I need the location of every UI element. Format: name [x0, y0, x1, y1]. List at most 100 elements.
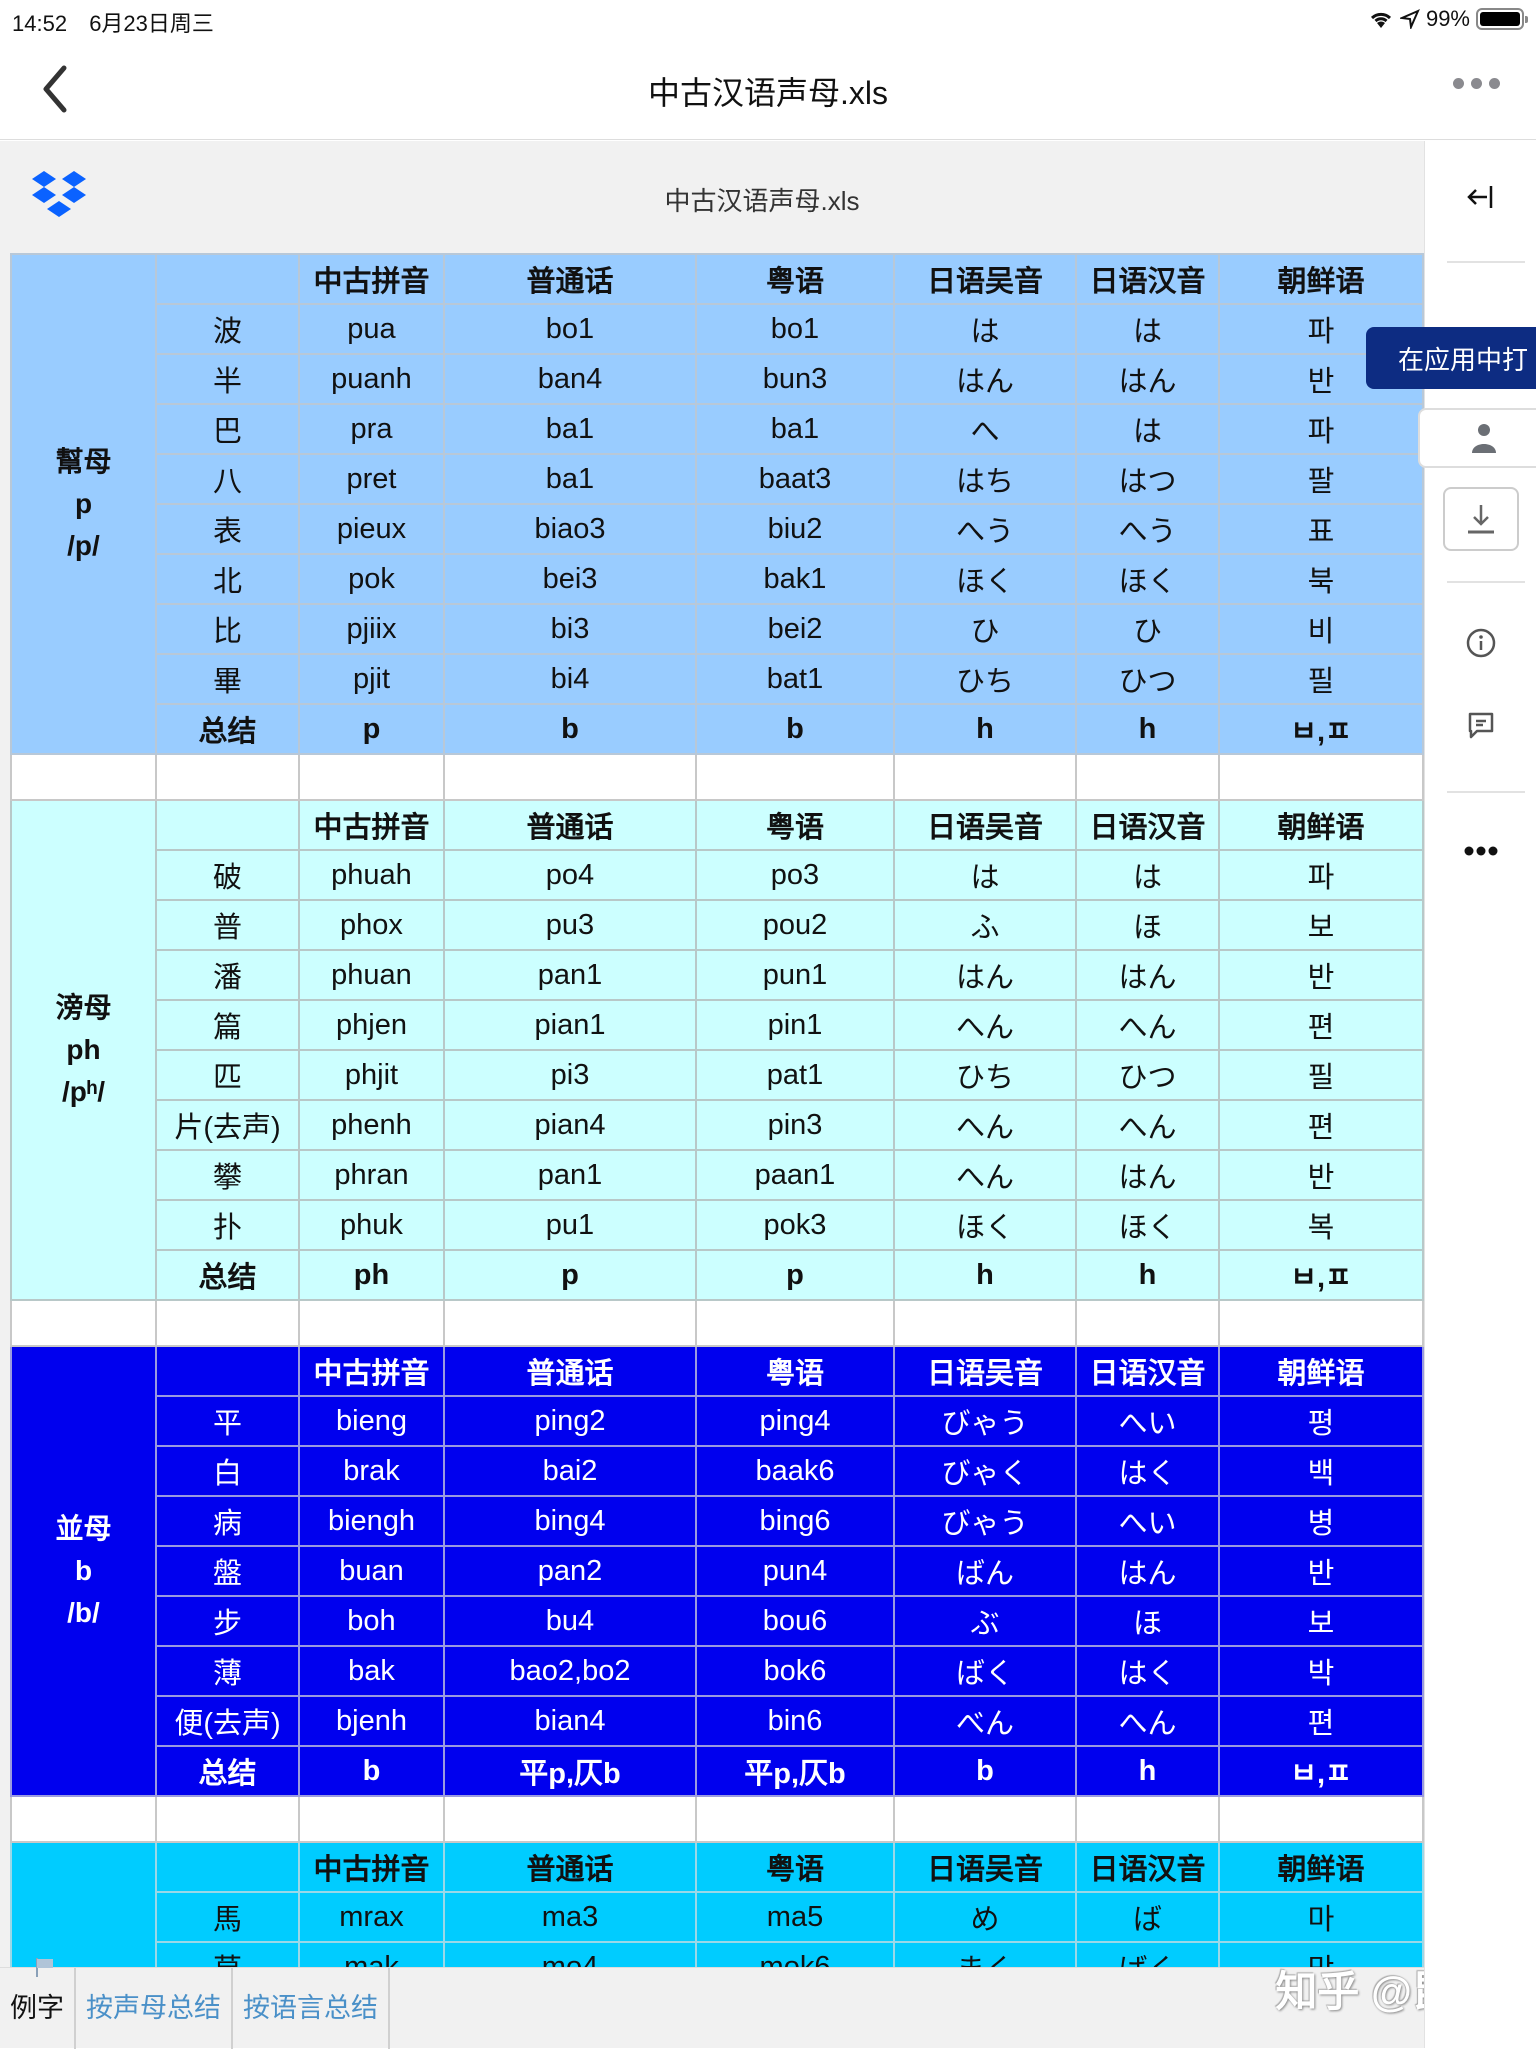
table-cell[interactable]: pu3 [443, 899, 697, 951]
table-cell[interactable]: 병 [1218, 1495, 1424, 1547]
empty-cell[interactable] [298, 1299, 445, 1347]
table-cell[interactable]: ba1 [695, 403, 895, 455]
table-cell[interactable]: pan1 [443, 949, 697, 1001]
table-cell[interactable]: はん [1075, 1545, 1220, 1597]
table-cell[interactable]: ひち [893, 1049, 1077, 1101]
column-header[interactable]: 朝鲜语 [1218, 799, 1424, 851]
table-cell[interactable]: ば [1075, 1891, 1220, 1943]
example-char-cell[interactable]: 波 [155, 303, 300, 355]
table-cell[interactable]: pok [298, 553, 445, 605]
table-cell[interactable]: ma3 [443, 1891, 697, 1943]
table-cell[interactable]: ほ [1075, 899, 1220, 951]
table-cell[interactable]: 편 [1218, 1099, 1424, 1151]
empty-cell[interactable] [155, 1795, 300, 1843]
table-cell[interactable]: へい [1075, 1395, 1220, 1447]
column-header[interactable]: 朝鲜语 [1218, 1841, 1424, 1893]
table-cell[interactable]: boh [298, 1595, 445, 1647]
table-cell[interactable]: ひ [893, 603, 1077, 655]
table-cell[interactable]: べん [893, 1695, 1077, 1747]
initial-group-cell[interactable]: 滂母 ph/pʰ/ [10, 799, 157, 1301]
summary-cell[interactable]: h [893, 1249, 1077, 1301]
table-cell[interactable]: ほく [1075, 1199, 1220, 1251]
table-cell[interactable]: ばく [893, 1645, 1077, 1697]
example-char-cell[interactable]: 白 [155, 1445, 300, 1497]
empty-cell[interactable] [443, 753, 697, 801]
empty-cell[interactable] [443, 1795, 697, 1843]
example-char-cell[interactable]: 半 [155, 353, 300, 405]
table-cell[interactable]: 파 [1218, 403, 1424, 455]
table-cell[interactable]: bok6 [695, 1645, 895, 1697]
example-char-cell[interactable]: 薄 [155, 1645, 300, 1697]
table-cell[interactable]: pu1 [443, 1199, 697, 1251]
summary-cell[interactable]: b [298, 1745, 445, 1797]
table-cell[interactable]: pan2 [443, 1545, 697, 1597]
table-cell[interactable]: phenh [298, 1099, 445, 1151]
table-cell[interactable]: bin6 [695, 1695, 895, 1747]
column-header[interactable] [155, 1345, 300, 1397]
table-cell[interactable]: 비 [1218, 603, 1424, 655]
table-cell[interactable]: ba1 [443, 403, 697, 455]
summary-cell[interactable]: ph [298, 1249, 445, 1301]
empty-cell[interactable] [155, 1299, 300, 1347]
table-cell[interactable]: pat1 [695, 1049, 895, 1101]
empty-cell[interactable] [893, 1299, 1077, 1347]
table-cell[interactable]: ba1 [443, 453, 697, 505]
column-header[interactable]: 中古拼音 [298, 1841, 445, 1893]
column-header[interactable]: 中古拼音 [298, 1345, 445, 1397]
summary-cell[interactable]: 平p,仄b [695, 1745, 895, 1797]
empty-cell[interactable] [1218, 1299, 1424, 1347]
table-cell[interactable]: へん [1075, 1099, 1220, 1151]
download-button[interactable] [1443, 487, 1519, 551]
summary-cell[interactable]: p [443, 1249, 697, 1301]
summary-cell[interactable]: h [1075, 1249, 1220, 1301]
column-header[interactable]: 粤语 [695, 1841, 895, 1893]
example-char-cell[interactable]: 扑 [155, 1199, 300, 1251]
table-cell[interactable]: 표 [1218, 503, 1424, 555]
column-header[interactable]: 中古拼音 [298, 799, 445, 851]
summary-cell[interactable]: b [695, 703, 895, 755]
table-cell[interactable]: ひつ [1075, 653, 1220, 705]
summary-cell[interactable]: h [1075, 1745, 1220, 1797]
table-cell[interactable]: 백 [1218, 1445, 1424, 1497]
column-header[interactable] [155, 253, 300, 305]
table-cell[interactable]: pin1 [695, 999, 895, 1051]
table-cell[interactable]: pin3 [695, 1099, 895, 1151]
column-header[interactable]: 粤语 [695, 799, 895, 851]
table-cell[interactable]: phuan [298, 949, 445, 1001]
initial-group-cell[interactable]: 幫母 p/p/ [10, 253, 157, 755]
table-cell[interactable]: ほく [893, 553, 1077, 605]
table-cell[interactable]: ひち [893, 653, 1077, 705]
example-char-cell[interactable]: 畢 [155, 653, 300, 705]
column-header[interactable]: 日语汉音 [1075, 1345, 1220, 1397]
table-cell[interactable]: はく [1075, 1645, 1220, 1697]
summary-cell[interactable]: ㅂ,ㅍ [1218, 703, 1424, 755]
column-header[interactable]: 日语汉音 [1075, 253, 1220, 305]
empty-cell[interactable] [298, 753, 445, 801]
table-cell[interactable]: ほ [1075, 1595, 1220, 1647]
column-header[interactable]: 中古拼音 [298, 253, 445, 305]
empty-cell[interactable] [1075, 1795, 1220, 1843]
more-options-button[interactable] [1453, 78, 1500, 89]
table-cell[interactable]: は [893, 849, 1077, 901]
table-cell[interactable]: へん [893, 1099, 1077, 1151]
table-cell[interactable]: ひつ [1075, 1049, 1220, 1101]
column-header[interactable] [155, 799, 300, 851]
table-cell[interactable]: baat3 [695, 453, 895, 505]
table-cell[interactable]: bieng [298, 1395, 445, 1447]
table-cell[interactable]: biengh [298, 1495, 445, 1547]
column-header[interactable]: 朝鲜语 [1218, 253, 1424, 305]
table-cell[interactable]: 복 [1218, 1199, 1424, 1251]
table-cell[interactable]: bao2,bo2 [443, 1645, 697, 1697]
table-cell[interactable]: bat1 [695, 653, 895, 705]
table-cell[interactable]: ひ [1075, 603, 1220, 655]
table-cell[interactable]: biu2 [695, 503, 895, 555]
table-cell[interactable]: 편 [1218, 1695, 1424, 1747]
table-cell[interactable]: phran [298, 1149, 445, 1201]
comment-button[interactable] [1449, 697, 1513, 753]
table-cell[interactable]: po4 [443, 849, 697, 901]
table-cell[interactable]: は [1075, 303, 1220, 355]
empty-cell[interactable] [10, 1795, 157, 1843]
table-cell[interactable]: po3 [695, 849, 895, 901]
table-cell[interactable]: bi3 [443, 603, 697, 655]
table-cell[interactable]: 편 [1218, 999, 1424, 1051]
